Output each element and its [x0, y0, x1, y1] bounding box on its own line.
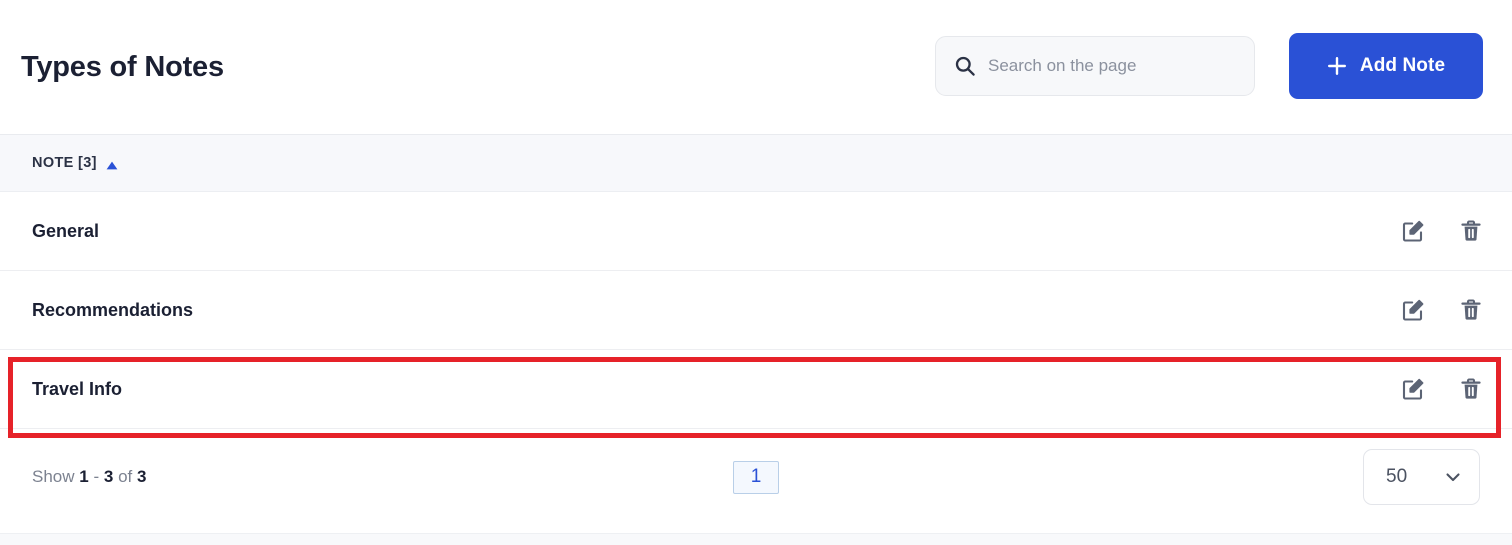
- plus-icon: [1327, 56, 1347, 76]
- sort-ascending-icon[interactable]: [106, 157, 118, 169]
- trash-icon[interactable]: [1458, 218, 1484, 244]
- search-input[interactable]: [988, 37, 1236, 95]
- add-note-label: Add Note: [1359, 55, 1446, 76]
- page-title: Types of Notes: [21, 51, 224, 83]
- show-prefix: Show: [32, 467, 75, 486]
- table-footer: Show 1 - 3 of 3 1 50: [0, 429, 1512, 525]
- page-size-select[interactable]: 50: [1363, 449, 1480, 505]
- note-type-name: Travel Info: [32, 378, 123, 399]
- column-header-note[interactable]: NOTE [3]: [32, 155, 118, 171]
- row-actions: [1400, 376, 1484, 402]
- search-box[interactable]: [935, 36, 1255, 96]
- trash-icon[interactable]: [1458, 297, 1484, 323]
- table-header-row: NOTE [3]: [0, 134, 1512, 192]
- row-actions: [1400, 297, 1484, 323]
- pagination: 1: [0, 460, 1512, 494]
- table-row[interactable]: Travel Info: [0, 350, 1512, 429]
- results-summary: Show 1 - 3 of 3: [32, 467, 146, 487]
- page-header: Types of Notes Add Note: [0, 0, 1512, 134]
- chevron-down-icon: [1443, 467, 1463, 487]
- row-actions: [1400, 218, 1484, 244]
- edit-icon[interactable]: [1400, 297, 1426, 323]
- page-size-value: 50: [1386, 466, 1408, 487]
- range-end: 3: [103, 467, 114, 486]
- trash-icon[interactable]: [1458, 376, 1484, 402]
- column-header-note-label: NOTE [3]: [32, 155, 97, 171]
- types-of-notes-page: Types of Notes Add Note NO: [0, 0, 1512, 545]
- search-icon: [954, 55, 976, 77]
- bottom-strip: [0, 533, 1512, 545]
- table-row[interactable]: General: [0, 192, 1512, 271]
- edit-icon[interactable]: [1400, 218, 1426, 244]
- note-type-name: General: [32, 220, 100, 241]
- table-row[interactable]: Recommendations: [0, 271, 1512, 350]
- note-type-name: Recommendations: [32, 299, 194, 320]
- page-number-1[interactable]: 1: [733, 460, 779, 494]
- notes-table: NOTE [3] General Recommendations Travel …: [0, 134, 1512, 429]
- add-note-button[interactable]: Add Note: [1289, 33, 1483, 99]
- range-start: 1: [79, 467, 89, 486]
- total-count: 3: [137, 467, 147, 486]
- range-dash: -: [93, 467, 100, 486]
- of-word: of: [118, 467, 133, 486]
- edit-icon[interactable]: [1400, 376, 1426, 402]
